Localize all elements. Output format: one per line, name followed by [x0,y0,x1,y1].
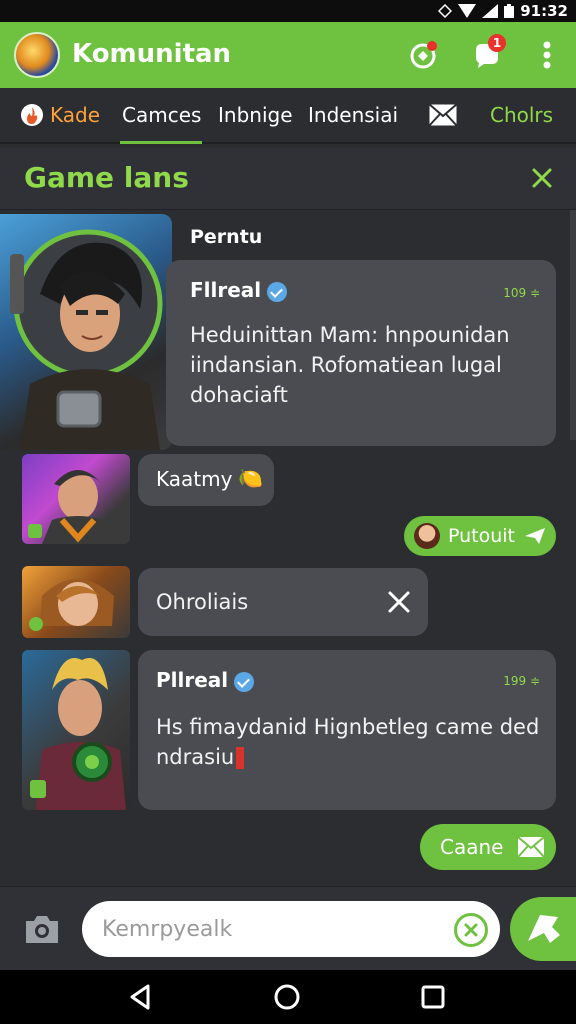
sender-name: Pllreal [156,668,255,692]
chat-button[interactable]: 1 [468,34,506,74]
message-bubble[interactable]: Ohroliais [138,568,428,636]
clear-button[interactable] [454,913,488,947]
character-portrait [10,229,163,450]
message-text-content: Hs fimaydanid Hignbetleg came ded ndrasi… [156,715,540,769]
tab-mail[interactable] [428,88,458,142]
section-title: Game lans [24,161,189,194]
message-text: Ohroliais [156,590,249,614]
avatar[interactable] [22,566,130,638]
close-icon[interactable] [526,162,558,194]
text-cursor [236,747,245,769]
avatar[interactable] [0,214,172,450]
chat-area[interactable]: Perntu Fllreal 109 ≑ Heduinittan Mam: hn… [0,210,576,886]
caane-button[interactable]: Caane [420,824,556,870]
status-icons: 91:32 [438,2,568,20]
character-portrait [28,470,114,544]
battery-icon [504,4,515,18]
home-icon[interactable] [272,982,302,1012]
verified-icon [267,281,288,302]
sender-name-text: Pllreal [156,668,229,692]
signal-icon [438,4,453,18]
message-composer [0,886,576,970]
sender-name-text: Fllreal [190,278,262,302]
more-icon [543,41,551,69]
message-text: Heduinittan Mam: hnpounidan iindansian. … [190,323,510,407]
message-meta: 199 ≑ [503,674,540,688]
avatar [414,523,440,549]
putouit-button[interactable]: Putouit [404,516,556,556]
status-bar: 91:32 [0,0,576,22]
message-meta: 109 ≑ [503,286,540,300]
pill-label: Putouit [448,525,516,547]
mail-icon [428,103,458,127]
navigation-bar [0,970,576,1024]
more-options-button[interactable] [528,36,566,74]
tab-indensiai[interactable]: Indensiai [308,88,398,142]
character-portrait [30,658,126,810]
wifi-icon [458,4,477,18]
scrollbar[interactable] [570,210,576,440]
pill-label: Caane [440,835,504,859]
send-arrow-icon [525,528,546,544]
emoji: 🍋 [238,466,263,490]
tab-inbnige[interactable]: Inbnige [218,88,293,142]
message-text: Hs fimaydanid Hignbetleg came ded ndrasi… [156,712,546,772]
camera-icon[interactable] [22,909,62,949]
tab-camces[interactable]: Camces [122,88,201,142]
character-portrait [29,579,114,631]
tab-label: Cholrs [490,103,554,127]
verified-icon [234,671,255,692]
sender-name: Fllreal [190,278,288,302]
fire-icon [21,104,43,126]
tab-label: Inbnige [218,103,293,127]
status-time: 91:32 [520,2,568,20]
app-bar: Komunitan 1 [0,22,576,88]
send-button[interactable] [510,897,576,961]
recents-icon[interactable] [418,982,448,1012]
back-icon[interactable] [126,982,156,1012]
tab-label: Camces [122,103,202,127]
message-bubble[interactable]: Pllreal 199 ≑ Hs fimaydanid Hignbetleg c… [138,650,556,810]
tab-kade[interactable]: Kade [20,88,100,142]
message-bubble[interactable]: Fllreal 109 ≑ Heduinittan Mam: hnpounida… [166,260,556,446]
section-header: Game lans [0,148,576,210]
app-title: Komunitan [72,39,232,69]
app-logo[interactable] [14,32,60,78]
app-root: 91:32 Komunitan 1 Kade Camces Inbnige In… [0,0,576,1024]
tab-selected-indicator [120,141,202,144]
message-input[interactable] [82,901,500,957]
cell-icon [482,4,499,18]
notification-icon [410,41,437,69]
sender-name: Kaatmy [156,467,233,491]
message-header: Perntu [190,226,263,248]
avatar[interactable] [22,650,130,810]
send-icon [528,915,560,943]
clear-icon [464,923,478,937]
notification-badge: 1 [488,34,506,52]
notification-button[interactable] [404,36,442,74]
avatar[interactable] [22,454,130,544]
message-bubble[interactable]: Kaatmy 🍋 [138,454,274,506]
close-icon[interactable] [386,589,412,615]
tab-bar: Kade Camces Inbnige Indensiai Cholrs [0,88,576,144]
mail-icon [517,836,546,858]
tab-label: Kade [50,103,101,127]
tab-cholrs[interactable]: Cholrs [490,88,553,142]
tab-label: Indensiai [308,103,399,127]
